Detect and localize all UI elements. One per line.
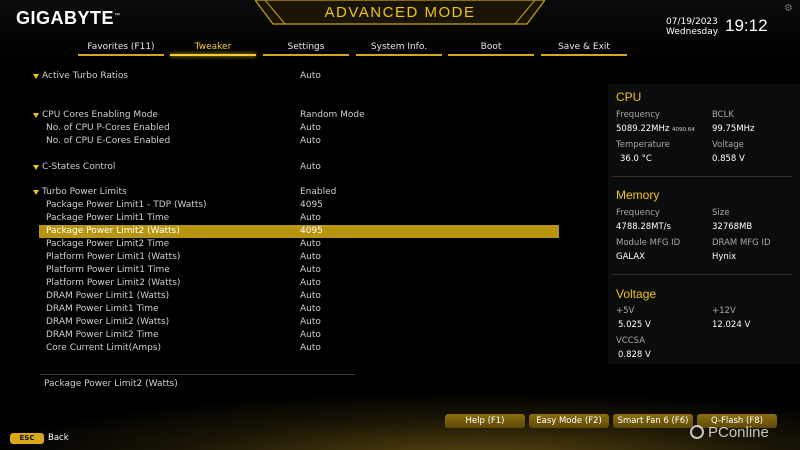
cpu-voltage-value: 0.858 V (712, 154, 745, 164)
tab-underline (541, 54, 627, 56)
setting-active-turbo-ratios[interactable]: Active Turbo Ratios Auto (32, 70, 562, 83)
tab-boot[interactable]: Boot (448, 40, 534, 58)
vccsa-value: 0.828 V (618, 350, 651, 360)
expand-arrow-icon (33, 74, 39, 79)
setting-core-current-limit[interactable]: Core Current Limit(Amps) Auto (32, 342, 562, 355)
mode-title-plate: ADVANCED MODE (255, 0, 545, 26)
setting-p-cores-enabled[interactable]: No. of CPU P-Cores Enabled Auto (32, 122, 562, 135)
memory-frequency-value: 4788.28MT/s (616, 222, 671, 232)
help-button[interactable]: Help (F1) (445, 414, 525, 428)
expand-arrow-icon (33, 190, 39, 195)
setting-package-power-limit1-tdp[interactable]: Package Power Limit1 - TDP (Watts) 4095 (32, 199, 562, 212)
voltage-12v-value: 12.024 V (712, 320, 751, 330)
esc-key-icon[interactable]: ESC (10, 433, 44, 444)
weekday-text: Wednesday (666, 27, 719, 37)
dram-mfg-value: Hynix (712, 252, 737, 262)
tab-underline (78, 54, 164, 56)
vccsa-label: VCCSA (616, 336, 646, 346)
setting-e-cores-enabled[interactable]: No. of CPU E-Cores Enabled Auto (32, 135, 562, 148)
memory-size-value: 32768MB (712, 222, 753, 232)
brand-logo: GIGABYTE™ (16, 8, 121, 28)
mode-title: ADVANCED MODE (324, 4, 476, 21)
voltage-section-title: Voltage (616, 287, 657, 301)
cpu-section-title: CPU (616, 90, 642, 104)
cpu-bclk-label: BCLK (712, 110, 734, 120)
expand-arrow-icon (33, 165, 39, 170)
setting-platform-power-limit1[interactable]: Platform Power Limit1 (Watts) Auto (32, 251, 562, 264)
easy-mode-button[interactable]: Easy Mode (F2) (529, 414, 609, 428)
setting-dram-power-limit1-time[interactable]: DRAM Power Limit1 Time Auto (32, 303, 562, 316)
setting-dram-power-limit2[interactable]: DRAM Power Limit2 (Watts) Auto (32, 316, 562, 329)
tab-underline (170, 54, 256, 56)
setting-dram-power-limit2-time[interactable]: DRAM Power Limit2 Time Auto (32, 329, 562, 342)
cpu-frequency-label: Frequency (616, 110, 660, 120)
settings-gear-icon[interactable]: ⚙ (784, 4, 794, 14)
tab-favorites[interactable]: Favorites (F11) (78, 40, 164, 58)
dram-mfg-label: DRAM MFG ID (712, 238, 771, 248)
cpu-frequency-value: 5089.22MHz 4090.64 (616, 124, 695, 134)
module-mfg-value: GALAX (616, 252, 645, 262)
voltage-5v-label: +5V (616, 306, 635, 316)
smart-fan-button[interactable]: Smart Fan 6 (F6) (613, 414, 693, 428)
cpu-temperature-value: 36.0 °C (620, 154, 652, 164)
cpu-bclk-value: 99.75MHz (712, 124, 755, 134)
watermark-text: PConline (708, 424, 769, 441)
help-description: Package Power Limit2 (Watts) (44, 379, 178, 389)
setting-package-power-limit2-selected[interactable]: Package Power Limit2 (Watts) 4095 (39, 225, 559, 238)
memory-size-label: Size (712, 208, 730, 218)
tab-tweaker[interactable]: Tweaker (170, 40, 256, 58)
cpu-voltage-label: Voltage (712, 140, 744, 150)
date-text: 07/19/2023 (666, 17, 718, 27)
module-mfg-label: Module MFG ID (616, 238, 681, 248)
setting-package-power-limit2-time[interactable]: Package Power Limit2 Time Auto (32, 238, 562, 251)
watermark-logo-icon (690, 425, 704, 439)
setting-dram-power-limit1[interactable]: DRAM Power Limit1 (Watts) Auto (32, 290, 562, 303)
back-label[interactable]: Back (48, 433, 69, 444)
tab-save-exit[interactable]: Save & Exit (541, 40, 627, 58)
tab-underline (356, 54, 442, 56)
setting-cpu-cores-enabling-mode[interactable]: CPU Cores Enabling Mode Random Mode (32, 109, 562, 122)
setting-turbo-power-limits[interactable]: Turbo Power Limits Enabled (32, 186, 562, 199)
date-display: 07/19/2023 Wednesday (666, 17, 718, 37)
help-divider (40, 374, 355, 375)
tab-underline (263, 54, 349, 56)
cpu-temperature-label: Temperature (616, 140, 670, 150)
voltage-5v-value: 5.025 V (618, 320, 651, 330)
expand-arrow-icon (33, 113, 39, 118)
tab-underline (448, 54, 534, 56)
voltage-12v-label: +12V (712, 306, 736, 316)
panel-divider (612, 274, 792, 275)
time-display: 19:12 (725, 16, 768, 35)
setting-c-states-control[interactable]: C-States Control Auto (32, 161, 562, 174)
memory-section-title: Memory (616, 188, 660, 202)
setting-platform-power-limit1-time[interactable]: Platform Power Limit1 Time Auto (32, 264, 562, 277)
tab-system-info[interactable]: System Info. (356, 40, 442, 58)
memory-frequency-label: Frequency (616, 208, 660, 218)
panel-divider (612, 176, 792, 177)
setting-platform-power-limit2[interactable]: Platform Power Limit2 (Watts) Auto (32, 277, 562, 290)
tab-settings[interactable]: Settings (263, 40, 349, 58)
setting-package-power-limit1-time[interactable]: Package Power Limit1 Time Auto (32, 212, 562, 225)
